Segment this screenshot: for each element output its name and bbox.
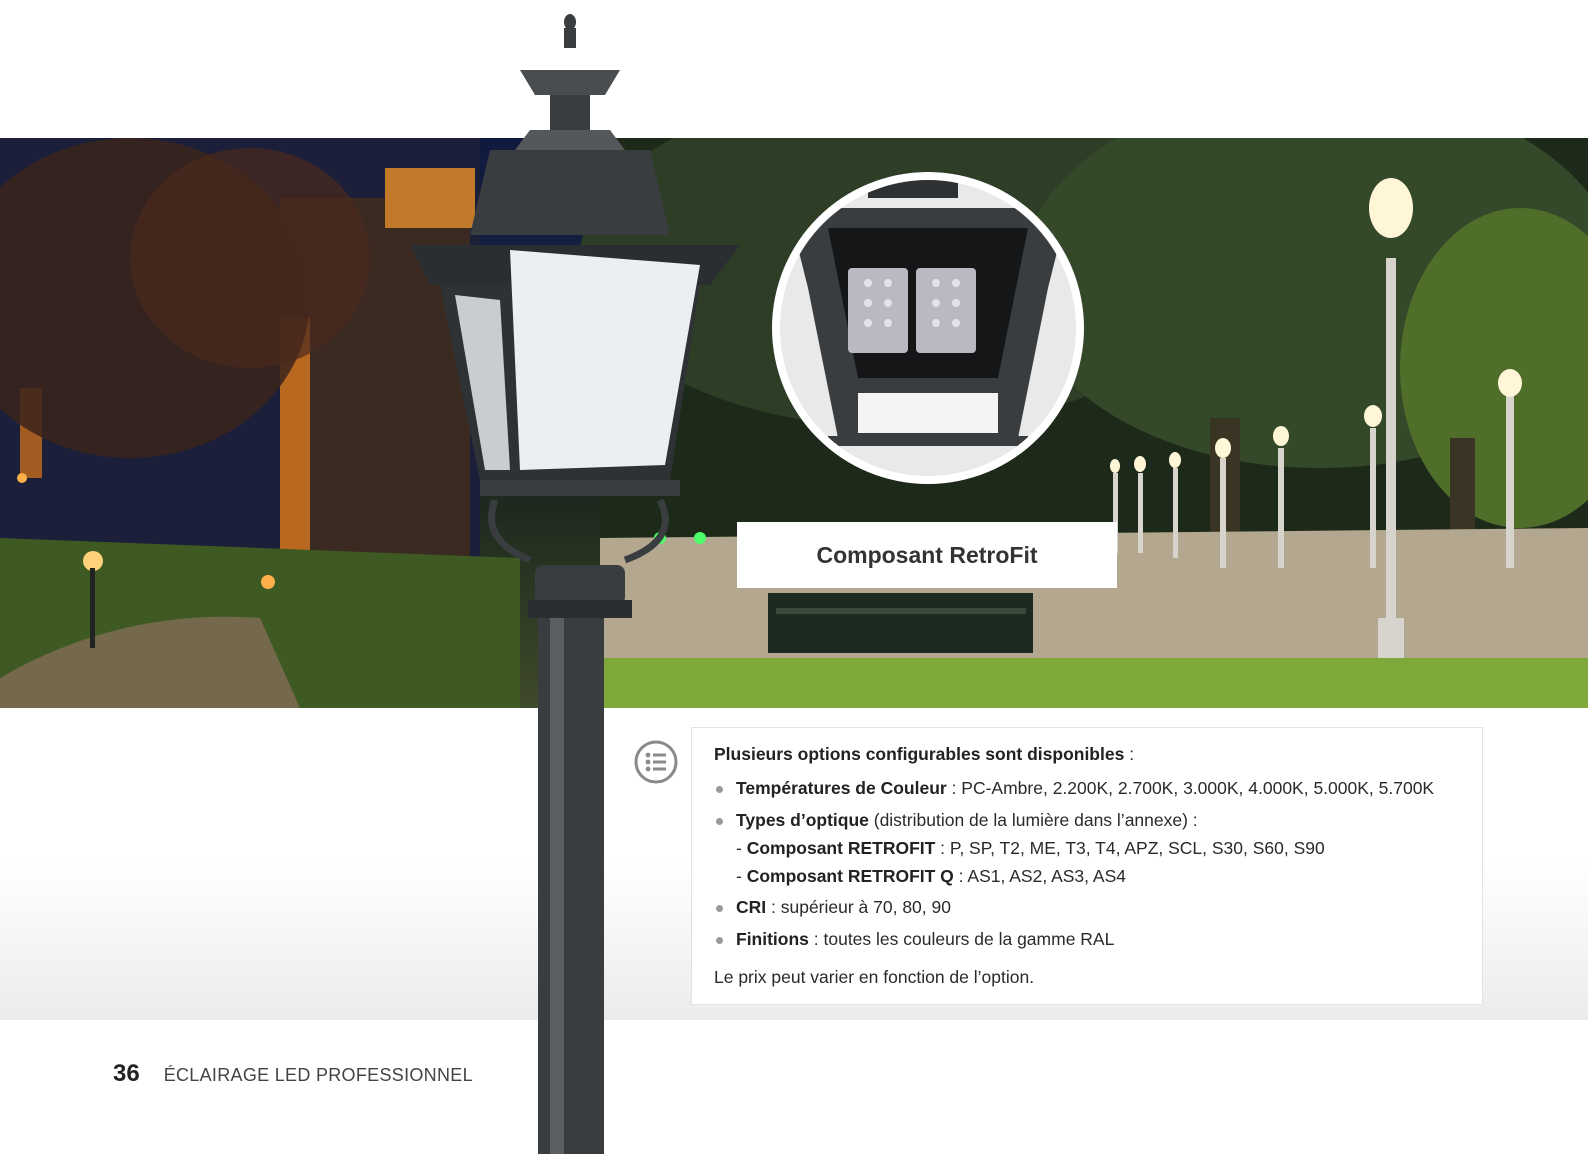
options-intro: Plusieurs options configurables sont dis… xyxy=(714,744,1135,764)
optics-sub-item: - Composant RETROFIT : P, SP, T2, ME, T3… xyxy=(736,837,1325,858)
list-item: CRI : supérieur à 70, 80, 90 xyxy=(714,897,1462,919)
options-card: Plusieurs options configurables sont dis… xyxy=(691,727,1483,1005)
price-note: Le prix peut varier en fonction de l’opt… xyxy=(714,967,1035,988)
list-item: Types d’optique (distribution de la lumi… xyxy=(714,810,1462,888)
list-item: Températures de Couleur : PC-Ambre, 2.20… xyxy=(714,778,1462,800)
page-footer: 36 ÉCLAIRAGE LED PROFESSIONNEL xyxy=(113,1060,473,1088)
list-item: Finitions : toutes les couleurs de la ga… xyxy=(714,929,1462,951)
caption-label: Composant RetroFit xyxy=(737,522,1117,588)
list-icon xyxy=(634,740,678,784)
page-number: 36 xyxy=(113,1060,140,1087)
optics-sub-item: - Composant RETROFIT Q : AS1, AS2, AS3, … xyxy=(736,865,1126,886)
retrofit-zoom-detail xyxy=(772,172,1084,484)
section-title: ÉCLAIRAGE LED PROFESSIONNEL xyxy=(163,1065,473,1085)
options-list: Températures de Couleur : PC-Ambre, 2.20… xyxy=(714,778,1462,951)
